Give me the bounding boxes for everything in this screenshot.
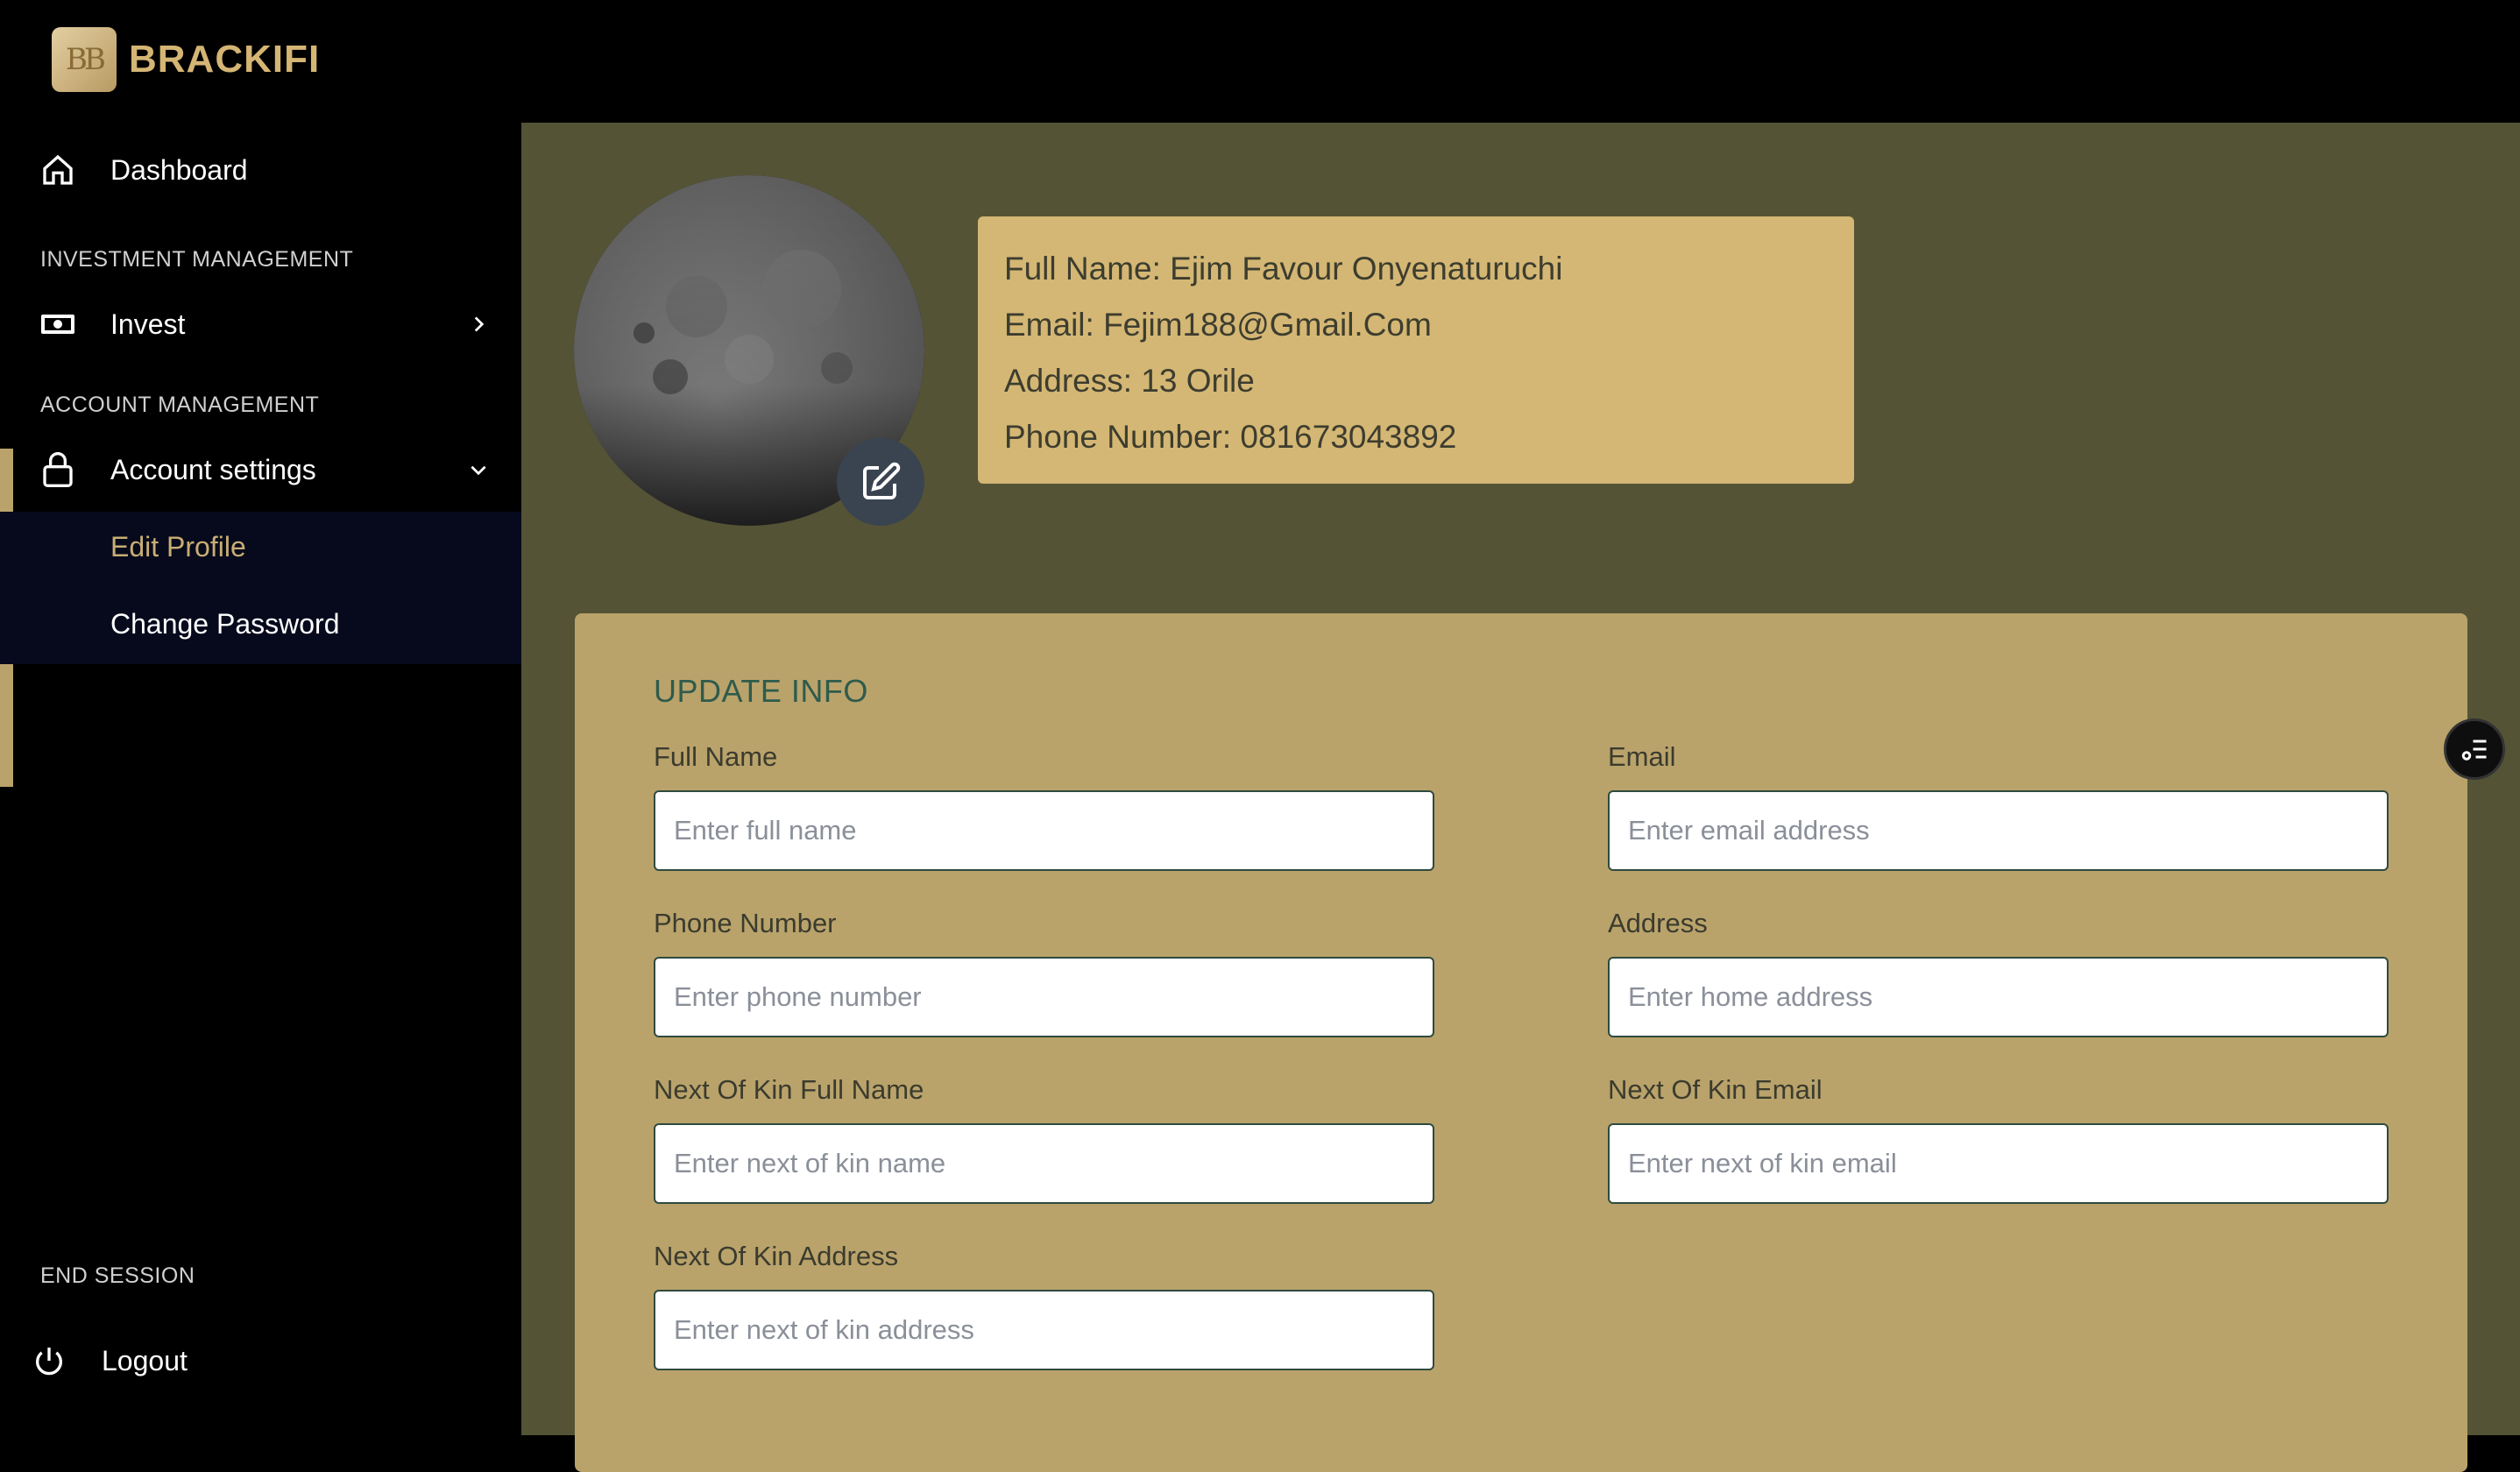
account-settings-submenu: Edit Profile Change Password <box>0 512 521 664</box>
sidebar-item-dashboard[interactable]: Dashboard <box>0 131 521 209</box>
kin-address-input[interactable] <box>654 1290 1434 1370</box>
kin-address-label: Next Of Kin Address <box>654 1241 899 1271</box>
sidebar-item-label: Invest <box>110 308 186 340</box>
profile-email: Email: Fejim188@Gmail.Com <box>1004 307 1432 343</box>
email-label: Email <box>1608 741 1676 772</box>
kin-name-label: Next Of Kin Full Name <box>654 1074 924 1105</box>
kin-email-input[interactable] <box>1608 1123 2389 1204</box>
money-icon <box>39 305 77 343</box>
update-info-form: UPDATE INFO Full Name Email Phone Number… <box>575 613 2467 1472</box>
phone-label: Phone Number <box>654 908 837 938</box>
settings-list-icon <box>2461 740 2487 761</box>
address-input[interactable] <box>1608 957 2389 1037</box>
address-label: Address <box>1608 908 1708 938</box>
home-icon <box>39 151 77 189</box>
brand-logo: BB <box>52 27 117 92</box>
sidebar-item-account-settings[interactable]: Account settings <box>0 431 521 508</box>
floating-menu-button[interactable] <box>2444 718 2505 780</box>
profile-info-card: Full Name: Ejim Favour Onyenaturuchi Ema… <box>978 216 1854 484</box>
sidebar-item-label: Account settings <box>110 453 316 485</box>
top-bar: BB BRACKIFI <box>0 0 2520 123</box>
section-investment-management: INVESTMENT MANAGEMENT <box>40 247 354 272</box>
power-icon <box>30 1341 68 1380</box>
sidebar-item-label: Dashboard <box>110 153 248 186</box>
full-name-input[interactable] <box>654 790 1434 871</box>
sidebar-item-edit-profile[interactable]: Edit Profile <box>110 531 246 563</box>
email-input[interactable] <box>1608 790 2389 871</box>
edit-icon <box>863 462 901 499</box>
sidebar-item-invest[interactable]: Invest <box>0 286 521 363</box>
chevron-right-icon <box>474 316 485 332</box>
chevron-down-icon <box>471 465 486 476</box>
main-content: Full Name: Ejim Favour Onyenaturuchi Ema… <box>521 123 2520 1472</box>
sidebar-item-label: Logout <box>102 1344 188 1376</box>
sidebar: Dashboard INVESTMENT MANAGEMENT Invest A… <box>0 123 521 1435</box>
profile-address: Address: 13 Orile <box>1004 363 1255 399</box>
lock-icon <box>39 450 77 489</box>
sidebar-item-logout[interactable]: Logout <box>0 1322 521 1399</box>
brand[interactable]: BB BRACKIFI <box>52 27 320 92</box>
profile-phone: Phone Number: 081673043892 <box>1004 419 1457 455</box>
profile-full-name: Full Name: Ejim Favour Onyenaturuchi <box>1004 251 1563 287</box>
edit-avatar-button[interactable] <box>837 438 924 526</box>
full-name-label: Full Name <box>654 741 778 772</box>
sidebar-item-change-password[interactable]: Change Password <box>110 608 339 640</box>
phone-input[interactable] <box>654 957 1434 1037</box>
section-end-session: END SESSION <box>40 1263 195 1288</box>
kin-email-label: Next Of Kin Email <box>1608 1074 1823 1105</box>
form-title: UPDATE INFO <box>654 673 868 709</box>
brand-name: BRACKIFI <box>129 38 321 81</box>
section-account-management: ACCOUNT MANAGEMENT <box>40 393 320 417</box>
kin-name-input[interactable] <box>654 1123 1434 1204</box>
